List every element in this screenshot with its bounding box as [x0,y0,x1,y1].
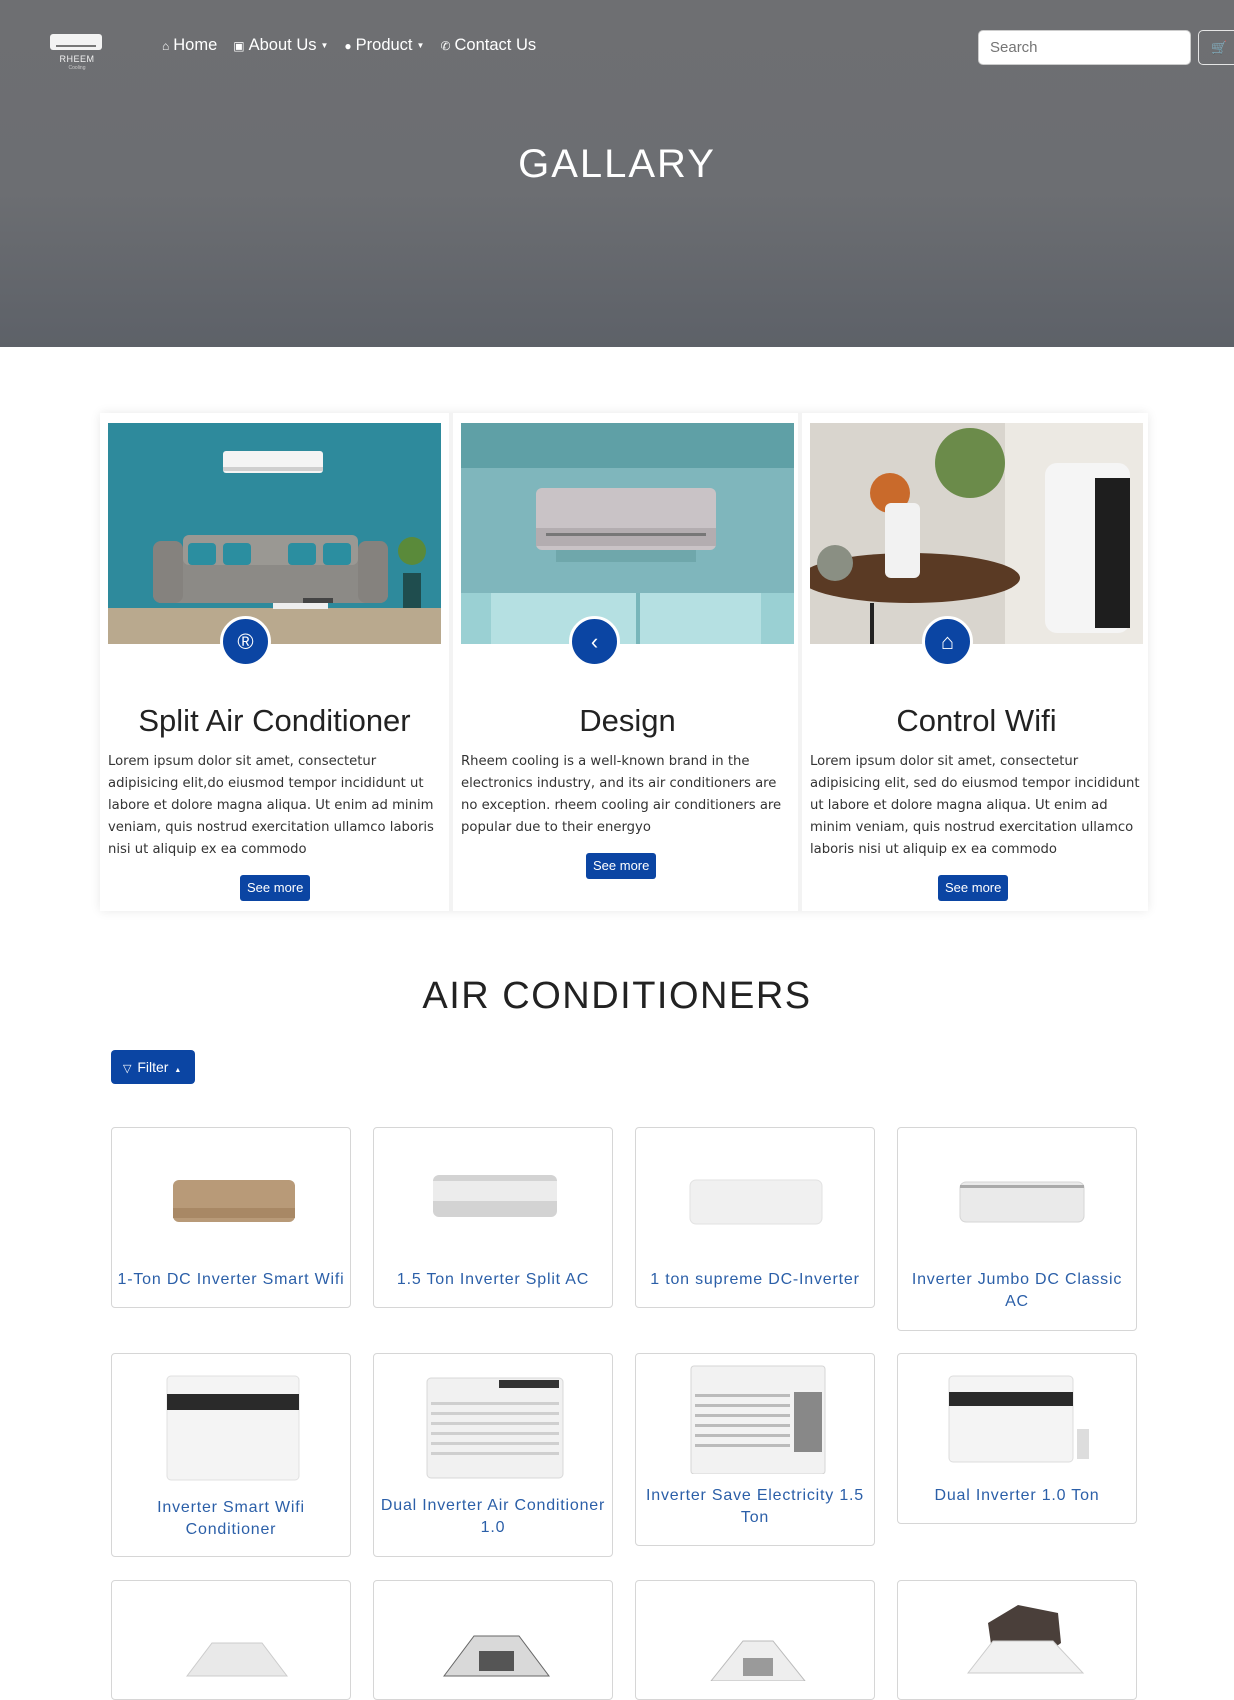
product-card[interactable]: 1-Ton DC Inverter Smart Wifi [111,1127,351,1308]
product-image [157,1372,307,1487]
flutter-icon: ‹ [569,616,620,667]
filter-button[interactable]: ▽ Filter ▲ [111,1050,195,1084]
product-name: 1.5 Ton Inverter Split AC [396,1271,590,1288]
nav-contact-label: Contact Us [454,36,537,54]
cassette-ac-image [681,1626,831,1686]
cart-icon: 🛒 [1211,40,1228,55]
product-image [943,1374,1093,1469]
nav-home[interactable]: ⌂ Home [162,36,217,55]
registered-icon: ® [220,616,271,667]
product-name: Dual Inverter 1.0 Ton [934,1487,1100,1504]
product-card[interactable] [111,1580,351,1700]
portable-ac-image [810,423,1143,644]
section-title: AIR CONDITIONERS [422,975,812,1017]
feature-description: Lorem ipsum dolor sit amet, consectetur … [810,754,1140,857]
product-image [681,1364,831,1479]
page-title: GALLARY [518,142,716,186]
product-card[interactable]: Inverter Jumbo DC Classic AC [897,1127,1137,1331]
ceiling-ac-image [461,423,794,644]
cassette-ac-image [943,1603,1093,1683]
feature-title: Control Wifi [896,703,1057,738]
nav-about-label: About Us [248,36,317,54]
chevron-down-icon: ▼ [320,41,329,50]
product-image [943,1180,1093,1235]
logo-subtext: Cooling [68,65,86,71]
see-more-button[interactable]: See more [938,875,1009,901]
nav-contact-us[interactable]: ✆ Contact Us [440,36,536,55]
nav-about-us[interactable]: ▣ About Us ▼ [233,36,328,55]
feature-title: Design [579,703,676,738]
product-image [419,1374,569,1489]
nav-product-label: Product [355,36,413,54]
cassette-ac-image [157,1631,307,1686]
product-card[interactable]: 1 ton supreme DC-Inverter [635,1127,875,1308]
feature-description: Lorem ipsum dolor sit amet, consectetur … [108,754,434,857]
see-more-button[interactable]: See more [586,853,657,879]
cart-button[interactable]: 🛒 [1198,30,1234,65]
cassette-ac-image [419,1621,569,1686]
home-icon: ⌂ [162,38,170,53]
contact-card-icon: ▣ [233,38,245,53]
filter-label: Filter [137,1059,169,1075]
product-circle-icon: ● [344,38,352,53]
product-name: Dual Inverter Air Conditioner 1.0 [380,1497,606,1536]
chevron-up-icon: ▲ [174,1067,182,1074]
living-room-ac-image [108,423,441,644]
product-image [157,1178,307,1233]
product-card[interactable]: Dual Inverter 1.0 Ton [897,1353,1137,1524]
product-card[interactable] [897,1580,1137,1700]
toolbox-icon: ⌂ [922,616,973,667]
product-card[interactable]: Dual Inverter Air Conditioner 1.0 [373,1353,613,1557]
see-more-button[interactable]: See more [240,875,311,901]
product-name: 1 ton supreme DC-Inverter [650,1271,860,1288]
feature-cards: ® Split Air Conditioner Lorem ipsum dolo… [100,413,1148,911]
product-name: Inverter Save Electricity 1.5 Ton [646,1487,864,1526]
hero-banner: RHEEM Cooling ⌂ Home ▣ About Us ▼ ● Prod… [0,0,1234,347]
product-card[interactable]: 1.5 Ton Inverter Split AC [373,1127,613,1308]
phone-icon: ✆ [440,38,451,53]
search-input[interactable] [978,30,1191,65]
product-image [681,1178,831,1233]
product-card[interactable] [373,1580,613,1700]
product-name: 1-Ton DC Inverter Smart Wifi [117,1271,345,1288]
feature-description: Rheem cooling is a well-known brand in t… [461,754,782,835]
feature-card-control-wifi: ⌂ Control Wifi Lorem ipsum dolor sit ame… [798,413,1147,911]
brand-logo[interactable]: RHEEM Cooling [48,32,106,76]
nav-product[interactable]: ● Product ▼ [344,36,424,55]
chevron-down-icon: ▼ [416,41,425,50]
product-card[interactable] [635,1580,875,1700]
nav-home-label: Home [173,36,218,54]
product-image [419,1173,569,1228]
product-name: Inverter Smart Wifi Conditioner [157,1499,305,1538]
main-nav: ⌂ Home ▣ About Us ▼ ● Product ▼ ✆ Contac… [162,36,536,55]
ac-unit-logo-icon [50,34,102,50]
feature-card-split-ac: ® Split Air Conditioner Lorem ipsum dolo… [100,413,449,911]
product-card[interactable]: Inverter Save Electricity 1.5 Ton [635,1353,875,1546]
product-card[interactable]: Inverter Smart Wifi Conditioner [111,1353,351,1557]
logo-text: RHEEM [59,54,95,64]
feature-title: Split Air Conditioner [138,703,411,738]
feature-card-design: ‹ Design Rheem cooling is a well-known b… [449,413,798,911]
filter-icon: ▽ [123,1063,132,1075]
product-name: Inverter Jumbo DC Classic AC [911,1271,1123,1310]
